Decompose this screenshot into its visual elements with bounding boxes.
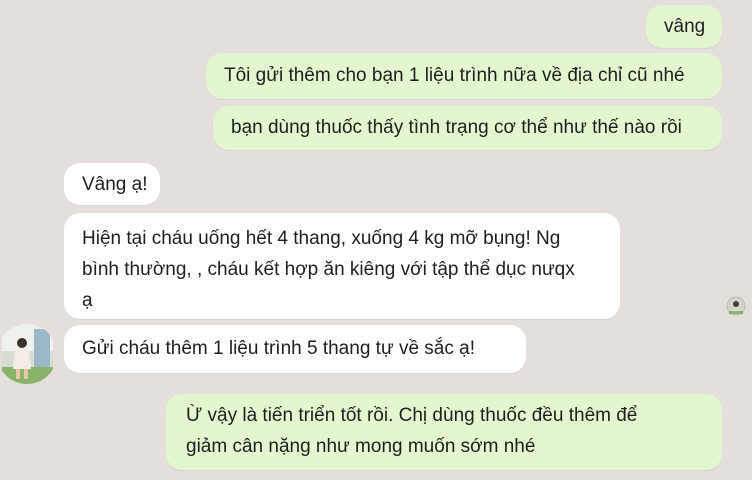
message-bubble-incoming[interactable]: Vâng ạ! xyxy=(64,163,160,205)
message-bubble-outgoing[interactable]: Ừ vậy là tiến triển tốt rồi. Chị dùng th… xyxy=(166,394,722,470)
message-bubble-outgoing[interactable]: Tôi gửi thêm cho bạn 1 liệu trình nữa về… xyxy=(206,53,722,99)
message-bubble-incoming[interactable]: Hiện tại cháu uống hết 4 thang, xuống 4 … xyxy=(64,213,620,319)
message-bubble-outgoing[interactable]: vâng xyxy=(646,5,722,48)
message-bubble-incoming[interactable]: Gửi cháu thêm 1 liệu trình 5 thang tự về… xyxy=(64,325,526,373)
seen-indicator xyxy=(726,296,746,316)
chat-thread: vâng Tôi gửi thêm cho bạn 1 liệu trình n… xyxy=(0,0,752,480)
contact-avatar-icon xyxy=(0,324,57,384)
contact-avatar[interactable] xyxy=(0,323,57,384)
seen-avatar-icon xyxy=(726,296,746,316)
message-bubble-outgoing[interactable]: bạn dùng thuốc thấy tình trạng cơ thể nh… xyxy=(213,106,722,150)
